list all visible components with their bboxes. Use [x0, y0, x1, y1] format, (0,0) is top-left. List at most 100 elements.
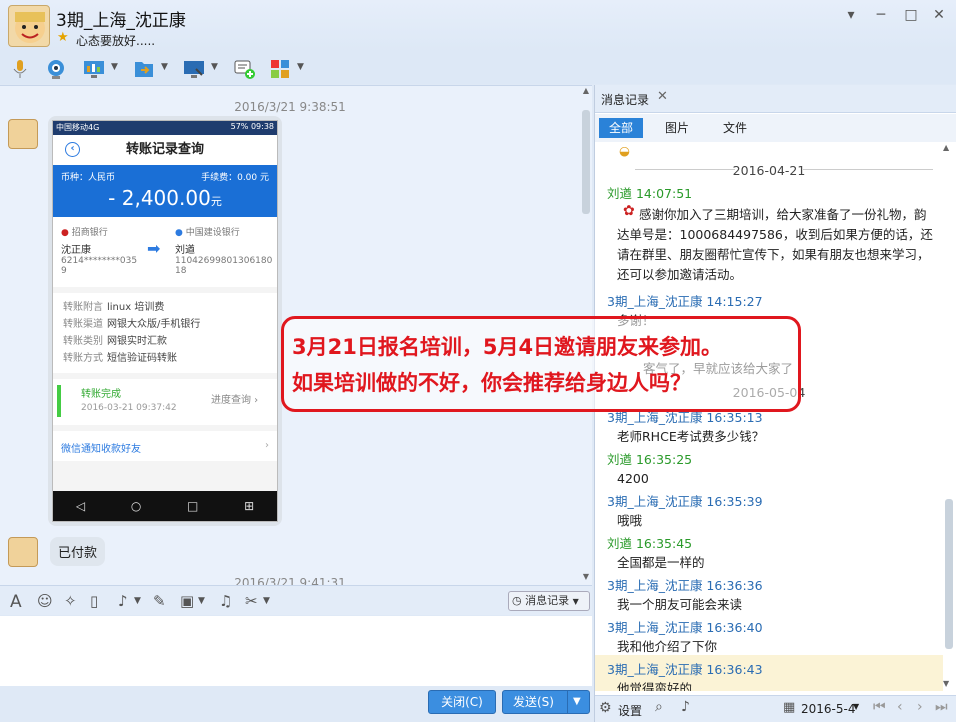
scroll-thumb[interactable]	[945, 499, 953, 649]
first-page-icon[interactable]: ⏮	[873, 699, 886, 715]
font-icon[interactable]: A	[10, 592, 22, 612]
detail-row: 转账附言 linux 培训费	[63, 302, 165, 313]
history-sender: 刘遒 16:35:45	[607, 536, 693, 551]
message-input[interactable]	[0, 616, 592, 686]
maximize-button[interactable]: □	[900, 6, 922, 24]
from-bank: 招商银行	[71, 228, 108, 238]
apps-grid-icon[interactable]	[268, 57, 292, 81]
last-page-icon[interactable]: ⏭	[935, 699, 948, 715]
microphone-icon[interactable]: ♪	[118, 592, 128, 610]
history-sender: 3期_上海_沈正康 16:36:40	[607, 620, 763, 635]
history-message: 全国都是一样的	[617, 555, 705, 570]
zoom-icon: ⊞	[244, 499, 255, 513]
scroll-thumb[interactable]	[582, 110, 590, 214]
annotation-line-1: 3月21日报名培训，5月4日邀请朋友来参加。	[292, 335, 723, 359]
ccb-bank-icon: ●	[175, 228, 183, 238]
scroll-down-icon[interactable]: ▼	[943, 679, 949, 688]
filter-all[interactable]: 全部	[599, 118, 644, 138]
currency-label: 币种：人民币	[61, 173, 116, 183]
transfer-details: 转账附言 linux 培训费 转账渠道 网银大众版/手机银行 转账类别 网银实时汇款 …	[53, 293, 277, 373]
input-toolbar: A ☺ ✧ ▯ ♪ ▼ ✎ ▣ ▼ ♫ ✂ ▼ ◷ 消息记录 ▼	[0, 585, 592, 615]
filter-images[interactable]: 图片	[655, 118, 699, 138]
emoji-icon[interactable]: ☺	[37, 592, 53, 610]
new-chat-icon[interactable]	[232, 57, 256, 81]
transfer-amount: - 2,400.00	[108, 186, 211, 210]
sender-avatar[interactable]	[8, 119, 38, 149]
chevron-down-icon[interactable]: ▼	[853, 702, 859, 711]
settings-label[interactable]: 设置	[618, 702, 642, 719]
dropdown-window-button[interactable]: ▾	[840, 6, 862, 24]
close-button[interactable]: 关闭(C)	[428, 690, 496, 714]
contact-avatar[interactable]	[8, 5, 50, 47]
history-message: 他觉得蛮好的	[617, 681, 693, 691]
scroll-down-icon[interactable]: ▼	[580, 572, 592, 581]
screen-share-icon[interactable]	[82, 57, 106, 81]
microphone-icon[interactable]	[8, 57, 32, 81]
contact-status: 心态要放好.....	[76, 34, 156, 48]
top-toolbar: ▼ ▼ ▼ ▼	[0, 52, 956, 84]
next-page-icon[interactable]: ›	[917, 699, 923, 715]
screenshot-image[interactable]: 中国移动4G 57% 09:38 ‹ 转账记录查询 币种：人民币 手续费：0.0…	[48, 116, 282, 526]
wechat-notice: 微信通知收款好友	[61, 444, 141, 455]
chevron-down-icon[interactable]: ▼	[111, 62, 118, 72]
history-date: 2016-04-21	[732, 163, 806, 178]
voice-message-icon[interactable]: ▯	[90, 592, 98, 610]
chevron-down-icon[interactable]: ▼	[198, 596, 205, 606]
to-name: 刘遒	[175, 245, 195, 256]
annotation-line-2: 如果培训做的不好，你会推荐给身边人吗？	[292, 371, 691, 395]
chevron-down-icon[interactable]: ▼	[134, 596, 141, 606]
message-history-button[interactable]: ◷ 消息记录 ▼	[508, 591, 590, 611]
from-name: 沈正康	[61, 245, 91, 256]
gear-icon[interactable]: ⚙	[599, 700, 612, 716]
phone-carrier: 中国移动4G	[56, 123, 100, 132]
history-tab-bar: 消息记录 ✕	[595, 85, 956, 113]
history-button-label: 消息记录	[525, 594, 570, 607]
remote-desktop-icon[interactable]	[182, 57, 206, 81]
music-icon[interactable]: ♫	[219, 592, 232, 610]
prev-page-icon[interactable]: ‹	[897, 699, 903, 715]
message-bubble: 已付款	[50, 537, 106, 566]
chevron-down-icon[interactable]: ▼	[297, 62, 304, 72]
chevron-down-icon[interactable]: ▼	[573, 691, 581, 713]
chevron-down-icon[interactable]: ▼	[263, 596, 270, 606]
scissors-icon[interactable]: ✂	[245, 592, 258, 610]
history-message: 老师RHCE考试费多少钱？	[617, 429, 765, 444]
scroll-up-icon[interactable]: ▲	[943, 143, 949, 152]
close-icon[interactable]: ✕	[657, 89, 668, 104]
amount-panel: 币种：人民币 手续费：0.00 元 - 2,400.00元	[53, 165, 277, 217]
history-list: ◒ 2016-04-21 刘遒 14:07:51 ✿ 感谢你加入了三期培训，给大…	[595, 143, 943, 691]
minimize-button[interactable]: ─	[870, 6, 892, 24]
send-button[interactable]: 发送(S) ▼	[502, 690, 590, 714]
history-sender: 刘遒 16:35:25	[607, 452, 693, 467]
history-date-picker[interactable]: 2016-5-4	[801, 702, 855, 716]
sender-avatar[interactable]	[8, 537, 38, 567]
history-sender: 3期_上海_沈正康 16:36:36	[607, 578, 763, 593]
detail-row: 转账类别 网银实时汇款	[63, 336, 167, 347]
calendar-icon[interactable]: ▦	[783, 700, 795, 715]
scroll-up-icon[interactable]: ▲	[580, 86, 592, 95]
clock-icon: ◷	[512, 594, 522, 607]
search-icon[interactable]: ⌕	[655, 699, 663, 715]
filter-files[interactable]: 文件	[713, 118, 757, 138]
to-bank: 中国建设银行	[185, 228, 240, 238]
history-message: 我一个朋友可能会来读	[617, 597, 743, 612]
history-tab[interactable]: 消息记录	[601, 91, 649, 108]
speaker-icon[interactable]: ♪	[681, 699, 690, 715]
close-window-button[interactable]: ✕	[928, 6, 950, 24]
amount-unit: 元	[210, 195, 222, 208]
send-file-icon[interactable]	[132, 57, 156, 81]
progress-link: 进度查询	[211, 395, 251, 406]
history-scrollbar[interactable]: ▲ ▼	[943, 143, 955, 691]
history-message: 我和他介绍了下你	[617, 639, 718, 654]
shake-icon[interactable]: ✧	[64, 592, 77, 610]
image-icon[interactable]: ▣	[180, 592, 194, 610]
star-icon: ★	[57, 30, 69, 45]
send-button-label: 发送(S)	[513, 695, 554, 709]
chevron-down-icon[interactable]: ▼	[211, 62, 218, 72]
edit-icon[interactable]: ✎	[153, 592, 166, 610]
history-sender: 刘遒 14:07:51	[607, 186, 693, 201]
cmb-bank-icon: ●	[61, 228, 69, 238]
chevron-down-icon[interactable]: ▼	[161, 62, 168, 72]
annotation-callout: 3月21日报名培训，5月4日邀请朋友来参加。 如果培训做的不好，你会推荐给身边人…	[281, 316, 801, 412]
camera-icon[interactable]	[44, 57, 68, 81]
